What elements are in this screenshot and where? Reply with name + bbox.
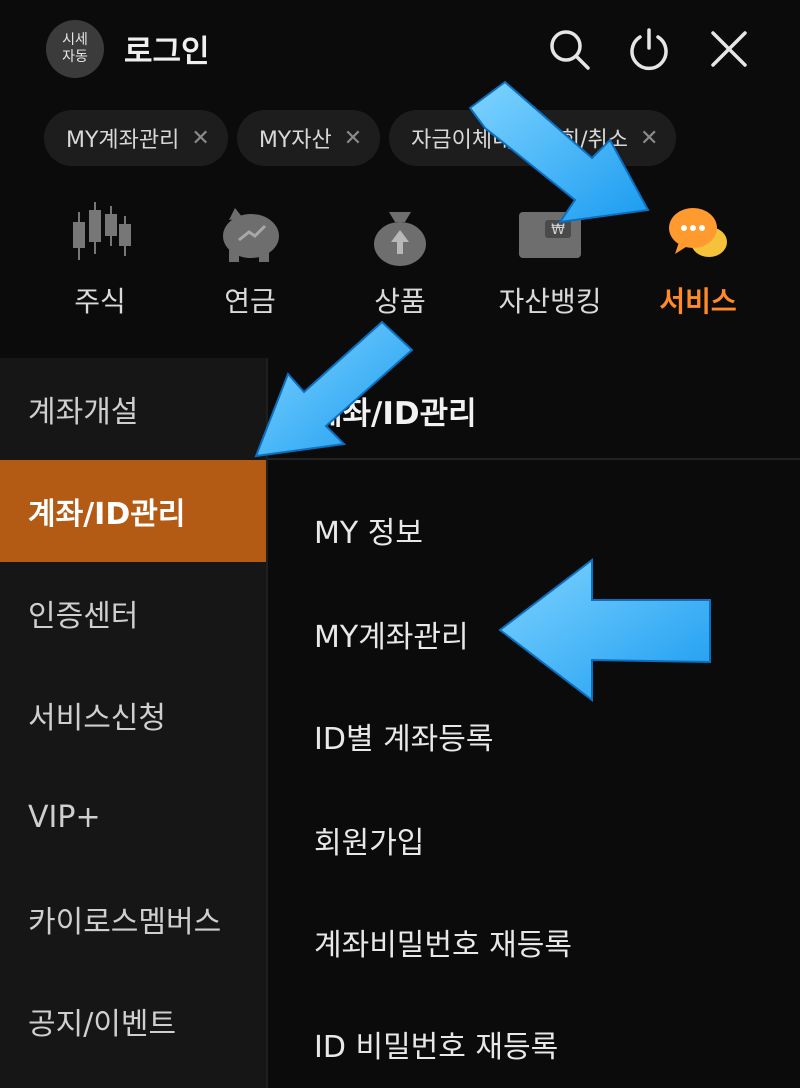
login-link[interactable]: 로그인 — [124, 26, 210, 71]
submenu-item[interactable]: ID별 계좌등록 — [314, 714, 493, 758]
left-menu-item[interactable]: VIP+ — [0, 766, 266, 868]
piggy-bank-icon — [215, 198, 285, 268]
submenu-item[interactable]: MY계좌관리 — [314, 612, 469, 656]
chip-remove-icon[interactable]: ✕ — [191, 126, 209, 151]
category-label: 서비스 — [659, 285, 737, 318]
svg-text:₩: ₩ — [551, 222, 565, 238]
money-bag-icon — [365, 198, 435, 268]
chip-remove-icon[interactable]: ✕ — [640, 126, 658, 151]
left-menu-item-active[interactable]: 계좌/ID관리 — [0, 460, 266, 562]
submenu-pane: 계좌/ID관리 MY 정보 MY계좌관리 ID별 계좌등록 회원가입 계좌비밀번… — [268, 358, 800, 1088]
left-menu-item[interactable]: 서비스신청 — [0, 664, 266, 766]
submenu-item[interactable]: MY 정보 — [314, 508, 423, 552]
chip-label: MY계좌관리 — [66, 128, 180, 153]
category-asset-banking[interactable]: ₩ 자산뱅킹 — [475, 188, 625, 328]
chip-label: 자금이체내역 조회/취소 — [411, 128, 628, 153]
category-service[interactable]: 서비스 — [623, 188, 773, 328]
submenu-divider — [268, 458, 800, 460]
app-header: 시세 자동 로그인 — [0, 0, 800, 96]
left-menu: 계좌개설 계좌/ID관리 인증센터 서비스신청 VIP+ 카이로스멤버스 공지/… — [0, 358, 266, 1088]
category-pension[interactable]: 연금 — [175, 188, 325, 328]
category-label: 상품 — [374, 285, 426, 318]
submenu-title: 계좌/ID관리 — [314, 396, 477, 432]
category-nav: 주식 연금 상품 ₩ 자산뱅킹 서비스 — [0, 188, 800, 328]
submenu-item[interactable]: ID 비밀번호 재등록 — [314, 1022, 558, 1066]
chip-remove-icon[interactable]: ✕ — [344, 126, 362, 151]
wallet-icon: ₩ — [515, 198, 585, 268]
left-menu-item[interactable]: 인증센터 — [0, 562, 266, 664]
submenu-item[interactable]: 계좌비밀번호 재등록 — [314, 920, 572, 964]
category-label: 연금 — [224, 285, 276, 318]
auto-quote-badge[interactable]: 시세 자동 — [46, 20, 104, 78]
left-menu-item[interactable]: 공지/이벤트 — [0, 970, 266, 1072]
power-icon[interactable] — [626, 26, 672, 72]
category-products[interactable]: 상품 — [325, 188, 475, 328]
close-icon[interactable] — [706, 26, 752, 72]
category-label: 자산뱅킹 — [498, 285, 602, 318]
chip-label: MY자산 — [258, 128, 332, 153]
category-label: 주식 — [74, 285, 126, 318]
left-menu-item[interactable]: 카이로스멤버스 — [0, 868, 266, 970]
search-icon[interactable] — [546, 26, 592, 72]
submenu-item[interactable]: 회원가입 — [314, 818, 424, 862]
stock-candle-icon — [65, 198, 135, 268]
category-stock[interactable]: 주식 — [25, 188, 175, 328]
chat-bubble-icon — [663, 198, 733, 268]
auto-quote-line1: 시세 — [62, 32, 88, 48]
recent-menu-chips: MY계좌관리 ✕ MY자산 ✕ 자금이체내역 조회/취소 ✕ — [44, 110, 800, 168]
recent-chip[interactable]: 자금이체내역 조회/취소 ✕ — [389, 110, 677, 166]
auto-quote-line2: 자동 — [62, 49, 88, 65]
left-menu-item[interactable]: 계좌개설 — [0, 358, 266, 460]
recent-chip[interactable]: MY자산 ✕ — [236, 110, 381, 166]
recent-chip[interactable]: MY계좌관리 ✕ — [44, 110, 228, 166]
